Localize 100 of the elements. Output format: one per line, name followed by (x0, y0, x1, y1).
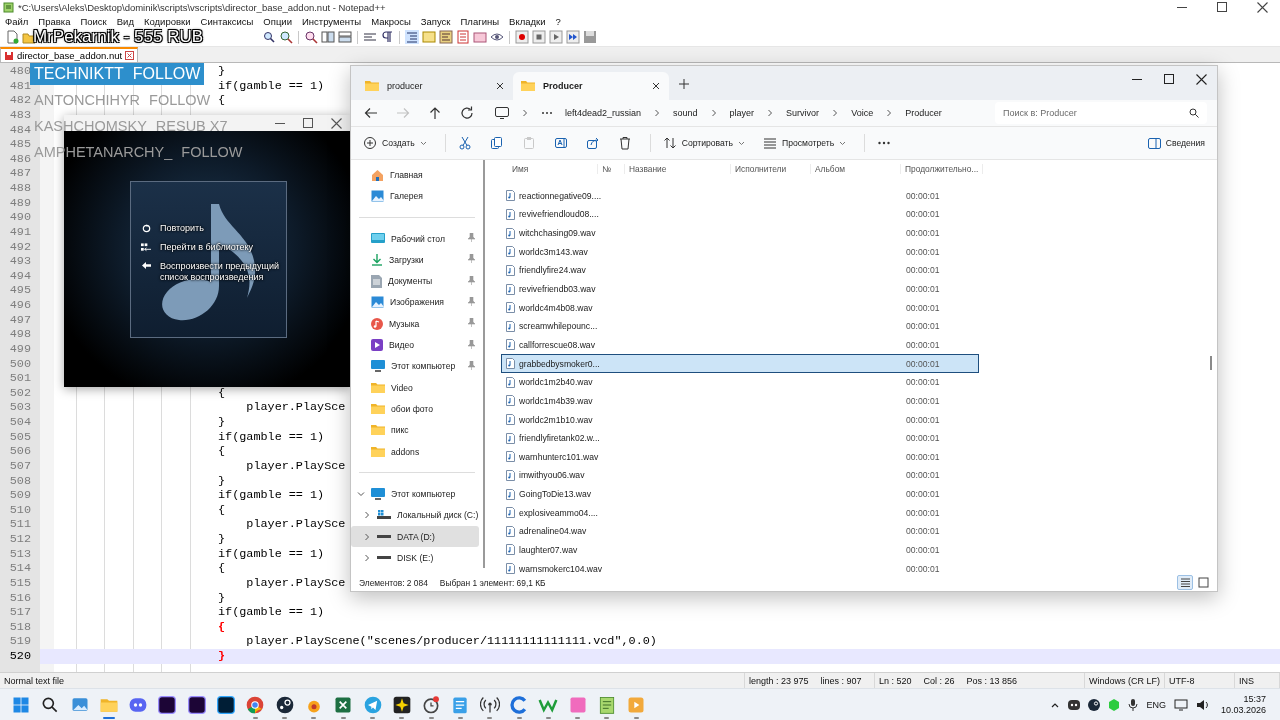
toolbar-button[interactable]: Просмотреть (757, 131, 853, 155)
column-header[interactable]: № (598, 164, 625, 174)
fast-forward-icon[interactable] (566, 30, 580, 44)
sidebar-item[interactable]: Этот компьютер (351, 355, 479, 377)
eye-icon[interactable] (490, 30, 504, 44)
indent-icon[interactable] (405, 30, 419, 44)
toolbar-button[interactable]: Сортировать (656, 131, 752, 155)
sidebar-item[interactable]: обои фото (351, 398, 479, 420)
chat-icon[interactable] (1068, 698, 1081, 711)
sidebar-item[interactable]: пикс (351, 419, 479, 441)
breadcrumb-item[interactable]: Producer (905, 108, 942, 118)
file-row[interactable]: worldc1m2b40.wav 00:00:01 (501, 372, 979, 392)
tree-item[interactable]: Этот компьютер (351, 483, 479, 505)
menu-item[interactable]: Инструменты (296, 15, 367, 27)
file-row[interactable]: friendlyfiretank02.w... 00:00:01 (501, 428, 979, 448)
details-button[interactable]: Сведения (1141, 131, 1211, 155)
play-icon[interactable] (549, 30, 563, 44)
microphone-icon[interactable] (1128, 698, 1139, 711)
breadcrumb-item[interactable]: sound (673, 108, 698, 118)
windows-icon[interactable] (321, 30, 335, 44)
menu-item[interactable]: Кодировки (138, 15, 196, 27)
tree-item[interactable]: Локальный диск (C:) (351, 504, 479, 527)
windows-icon[interactable] (338, 30, 352, 44)
toolbar-button[interactable]: Создать (357, 131, 433, 155)
menu-item[interactable]: Вид (111, 15, 139, 27)
more-icon[interactable] (541, 111, 553, 115)
speaker-icon[interactable] (1195, 698, 1209, 711)
file-row[interactable]: grabbedbysmoker0... 00:00:01 (501, 354, 979, 373)
column-header[interactable]: Название (625, 164, 731, 174)
player-menu-item[interactable]: Воспроизвести предыдущий список воспроизведения (141, 261, 286, 283)
sidebar-item[interactable]: Рабочий стол (351, 227, 479, 250)
menu-item[interactable]: Поиск (75, 15, 112, 27)
file-row[interactable]: callforrescue08.wav 00:00:01 (501, 335, 979, 355)
tiles-view-button[interactable] (1195, 575, 1211, 590)
zoom-out-icon[interactable] (304, 30, 318, 44)
stop-icon[interactable] (532, 30, 546, 44)
file-row[interactable]: imwithyou06.wav 00:00:01 (501, 466, 979, 485)
file-row[interactable]: friendlyfire24.wav 00:00:01 (501, 261, 979, 280)
menu-item[interactable]: Опции (258, 15, 297, 27)
game-store-icon[interactable] (1088, 698, 1101, 711)
sidebar-item[interactable]: Музыка (351, 313, 479, 335)
sidebar-item[interactable]: Видео (351, 334, 479, 356)
menu-item[interactable]: Макросы (366, 15, 416, 27)
file-row[interactable]: worldc3m143.wav 00:00:01 (501, 242, 979, 262)
sidebar-item[interactable]: Загрузки (351, 249, 479, 271)
file-row[interactable]: explosiveammo04.... 00:00:01 (501, 503, 979, 523)
record-icon[interactable] (515, 30, 529, 44)
zoom-in-icon[interactable] (279, 30, 293, 44)
sidebar-item[interactable]: addons (351, 440, 479, 463)
sidebar-item[interactable]: Главная (351, 164, 479, 186)
folder-tab[interactable]: Producer (513, 72, 669, 100)
menu-item[interactable]: Запуск (415, 15, 456, 27)
breadcrumb-item[interactable]: left4dead2_russian (565, 108, 642, 118)
file-row[interactable]: adrenaline04.wav 00:00:01 (501, 522, 979, 541)
close-icon[interactable] (651, 81, 661, 91)
sidebar-item[interactable]: Документы (351, 270, 479, 292)
menu-item[interactable]: Плагины (455, 15, 505, 27)
column-header[interactable]: Имя (501, 164, 598, 174)
search-field[interactable]: Поиск в: Producer (995, 102, 1207, 124)
network-icon[interactable] (1173, 698, 1188, 711)
folders-icon[interactable] (473, 30, 487, 44)
player-menu-item[interactable]: Повторить (141, 223, 286, 234)
breadcrumb-item[interactable]: Survivor (786, 108, 820, 118)
magnifier-icon[interactable] (262, 30, 276, 44)
column-header[interactable]: Продолжительно... (901, 164, 983, 174)
pilcrow-icon[interactable] (380, 30, 394, 44)
clock-button[interactable]: 15:37 10.03.2026 (1220, 693, 1266, 716)
sidebar-item[interactable]: Галерея (351, 185, 479, 207)
file-row[interactable]: worldc4m4b08.wav 00:00:01 (501, 298, 979, 317)
menu-item[interactable]: Вкладки (504, 15, 551, 27)
file-row[interactable]: reactionnegative09.... 00:00:01 (501, 186, 979, 206)
menu-item[interactable]: Файл (0, 15, 34, 27)
file-tab[interactable]: director_base_addon.nut (0, 47, 139, 62)
language-indicator[interactable]: ENG (1146, 699, 1166, 710)
file-row[interactable]: worldc2m1b10.wav 00:00:01 (501, 410, 979, 429)
file-row[interactable]: warnsmokerc104.wav 00:00:01 (501, 559, 979, 578)
folder-tab[interactable]: producer (357, 72, 513, 100)
file-row[interactable]: worldc1m4b39.wav 00:00:01 (501, 391, 979, 411)
tree-item[interactable]: DISK (E:) (351, 547, 479, 569)
sidebar-item[interactable]: Video (351, 376, 479, 399)
column-header[interactable]: Альбом (811, 164, 901, 174)
file-row[interactable]: witchchasing09.wav 00:00:01 (501, 223, 979, 243)
menu-item[interactable]: Синтаксисы (195, 15, 259, 27)
breadcrumb-item[interactable]: Voice (851, 108, 874, 118)
tree-item[interactable]: DATA (D:) (351, 526, 479, 548)
file-row[interactable]: GoingToDie13.wav 00:00:01 (501, 484, 979, 504)
floppy-icon[interactable] (583, 30, 597, 44)
file-row[interactable]: revivefriendloud08.... 00:00:01 (501, 205, 979, 224)
sidebar-item[interactable]: Изображения (351, 291, 479, 314)
breadcrumb-item[interactable]: player (729, 108, 755, 118)
column-header[interactable]: Исполнители (731, 164, 811, 174)
file-row[interactable]: warnhunterc101.wav 00:00:01 (501, 447, 979, 467)
lines-icon[interactable] (363, 30, 377, 44)
file-row[interactable]: screamwhilepounc... 00:00:01 (501, 317, 979, 336)
file-row[interactable]: revivefriendb03.wav 00:00:01 (501, 279, 979, 299)
menu-item[interactable]: ? (550, 15, 566, 27)
monitor-icon[interactable] (495, 107, 509, 119)
details-view-button[interactable] (1177, 575, 1193, 590)
plus-icon[interactable] (679, 79, 689, 89)
file-row[interactable]: laughter07.wav 00:00:01 (501, 540, 979, 560)
